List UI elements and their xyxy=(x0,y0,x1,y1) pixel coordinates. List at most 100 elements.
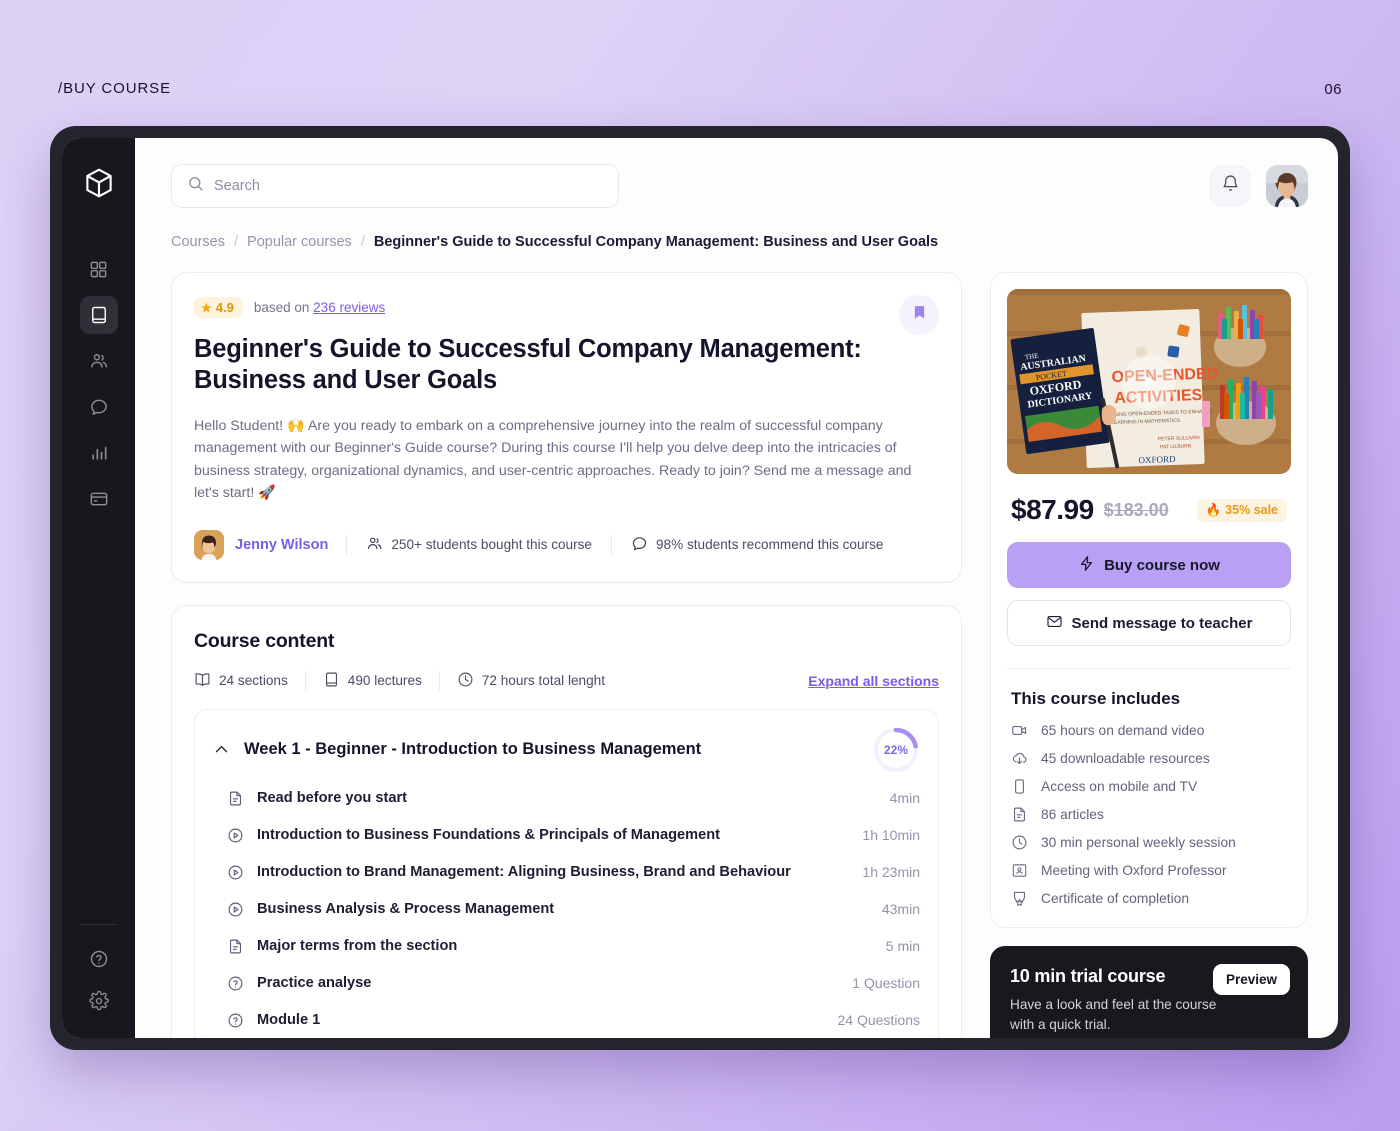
expand-all-sections-button[interactable]: Expand all sections xyxy=(808,673,939,689)
list-item[interactable]: Module 1 24 Questions xyxy=(213,1002,920,1038)
device-frame: Courses / Popular courses / Beginner's G… xyxy=(50,126,1350,1050)
students-label: 250+ students bought this course xyxy=(391,537,592,553)
includes-list: 65 hours on demand video 45 downloadable… xyxy=(1007,722,1291,907)
play-circle-icon xyxy=(227,901,245,918)
course-content-heading: Course content xyxy=(194,629,335,652)
sidebar-item-courses[interactable] xyxy=(79,296,118,334)
send-message-button[interactable]: Send message to teacher xyxy=(1007,600,1291,646)
course-thumbnail[interactable]: OPEN-ENDED ACTIVITIES USING OPEN-ENDED T… xyxy=(1007,289,1291,474)
lesson-title: Practice analyse xyxy=(257,975,372,992)
students-count: 250+ students bought this course xyxy=(346,534,611,555)
section-header[interactable]: Week 1 - Beginner - Introduction to Busi… xyxy=(213,726,920,774)
play-circle-icon xyxy=(227,827,245,844)
lesson-duration: 24 Questions xyxy=(837,1012,921,1029)
sidebar-item-dashboard[interactable] xyxy=(80,250,118,288)
main-content: Courses / Popular courses / Beginner's G… xyxy=(135,138,1338,1038)
include-label: 86 articles xyxy=(1041,807,1104,822)
stat-length: 72 hours total lenght xyxy=(438,670,622,691)
question-circle-icon xyxy=(227,1012,245,1029)
help-circle-icon[interactable] xyxy=(80,940,118,978)
svg-text:PAT LILBURN: PAT LILBURN xyxy=(1160,443,1192,450)
breadcrumb: Courses / Popular courses / Beginner's G… xyxy=(171,234,1308,250)
list-item[interactable]: Business Analysis & Process Management 4… xyxy=(213,891,920,928)
lesson-title: Read before you start xyxy=(257,790,408,807)
users-icon xyxy=(366,535,383,555)
open-book-icon xyxy=(194,671,211,691)
rating-row: ★ 4.9 based on 236 reviews xyxy=(194,297,937,318)
rating-badge: ★ 4.9 xyxy=(194,297,243,318)
cube-logo-icon[interactable] xyxy=(76,160,122,206)
sidebar-item-statistics[interactable] xyxy=(80,434,118,472)
includes-heading: This course includes xyxy=(1011,689,1181,708)
lesson-title: Introduction to Business Foundations & P… xyxy=(257,827,720,844)
avatar[interactable] xyxy=(1266,165,1308,207)
play-icon[interactable] xyxy=(1122,354,1176,409)
trial-description: Have a look and feel at the course with … xyxy=(1010,997,1217,1033)
envelope-icon xyxy=(1046,613,1063,634)
buy-course-button[interactable]: Buy course now xyxy=(1007,542,1291,588)
sidebar-item-messages[interactable] xyxy=(80,388,118,426)
breadcrumb-separator: / xyxy=(234,234,239,250)
slide-number: 06 xyxy=(1324,81,1342,98)
slide-label: /BUY COURSE xyxy=(58,80,171,97)
course-section-week-1: Week 1 - Beginner - Introduction to Busi… xyxy=(194,708,939,1038)
list-item: Access on mobile and TV xyxy=(1011,778,1287,795)
include-label: Certificate of completion xyxy=(1041,891,1189,906)
list-item[interactable]: Practice analyse 1 Question xyxy=(213,965,920,1002)
price-row: $87.99 $183.00 🔥 35% sale xyxy=(1007,494,1291,526)
video-camera-icon xyxy=(1011,722,1029,739)
course-description: Hello Student! 🙌 Are you ready to embark… xyxy=(194,418,912,501)
course-content-card: Course content 24 sections 490 lectures … xyxy=(171,604,962,1038)
lesson-title: Module 1 xyxy=(257,1012,321,1029)
course-hero-card: ★ 4.9 based on 236 reviews Beginner's Gu… xyxy=(171,272,962,583)
price-original: $183.00 xyxy=(1103,499,1169,520)
top-bar xyxy=(171,164,1308,208)
include-label: Meeting with Oxford Professor xyxy=(1041,863,1227,878)
mobile-device-icon xyxy=(1011,778,1029,795)
list-item[interactable]: Introduction to Brand Management: Aligni… xyxy=(213,854,920,891)
search-bar[interactable] xyxy=(171,164,619,208)
course-includes-section: This course includes 65 hours on demand … xyxy=(1007,668,1291,907)
lesson-list: Read before you start 4min Introduction … xyxy=(213,780,920,1038)
stat-lectures-label: 490 lectures xyxy=(347,673,422,689)
sidebar-item-billing[interactable] xyxy=(80,480,118,518)
preview-button[interactable]: Preview xyxy=(1212,964,1290,995)
sidebar-nav xyxy=(79,250,118,518)
sidebar-item-community[interactable] xyxy=(80,342,118,380)
book-closed-icon xyxy=(323,671,340,691)
search-input[interactable] xyxy=(214,178,603,194)
stat-sections: 24 sections xyxy=(194,671,305,691)
lesson-duration: 43min xyxy=(881,901,920,918)
sidebar-bottom-nav xyxy=(62,924,135,1020)
sale-label: 35% sale xyxy=(1225,503,1278,517)
clock-icon xyxy=(457,671,474,691)
gear-icon[interactable] xyxy=(80,982,118,1020)
course-detail-column: ★ 4.9 based on 236 reviews Beginner's Gu… xyxy=(171,272,962,1038)
teacher-link[interactable]: Jenny Wilson xyxy=(194,529,346,560)
breadcrumb-item-popular-courses[interactable]: Popular courses xyxy=(247,234,352,250)
chevron-up-icon[interactable] xyxy=(213,741,230,758)
notifications-button[interactable] xyxy=(1210,166,1250,206)
teacher-name[interactable]: Jenny Wilson xyxy=(235,537,328,553)
list-item[interactable]: Major terms from the section 5 min xyxy=(213,928,920,965)
price-current: $87.99 xyxy=(1011,494,1094,525)
list-item[interactable]: Introduction to Business Foundations & P… xyxy=(213,817,920,854)
buy-course-label: Buy course now xyxy=(1104,556,1220,574)
breadcrumb-item-courses[interactable]: Courses xyxy=(171,234,225,250)
rating-prefix: based on xyxy=(253,300,310,315)
section-title: Week 1 - Beginner - Introduction to Busi… xyxy=(244,740,702,759)
bookmark-icon xyxy=(911,304,928,326)
presentation-icon xyxy=(1011,862,1029,879)
download-cloud-icon xyxy=(1011,750,1029,767)
list-item[interactable]: Read before you start 4min xyxy=(213,780,920,817)
lesson-duration: 1 Question xyxy=(852,975,920,992)
bookmark-button[interactable] xyxy=(899,295,939,335)
list-item: 45 downloadable resources xyxy=(1011,750,1287,767)
certificate-icon xyxy=(1011,890,1029,907)
include-label: 65 hours on demand video xyxy=(1041,723,1205,738)
question-circle-icon xyxy=(227,975,245,992)
course-meta-row: Jenny Wilson 250+ students bought this c xyxy=(194,529,937,560)
lesson-duration: 1h 10min xyxy=(862,827,920,844)
include-label: Access on mobile and TV xyxy=(1041,779,1198,794)
reviews-link[interactable]: 236 reviews xyxy=(313,300,385,315)
